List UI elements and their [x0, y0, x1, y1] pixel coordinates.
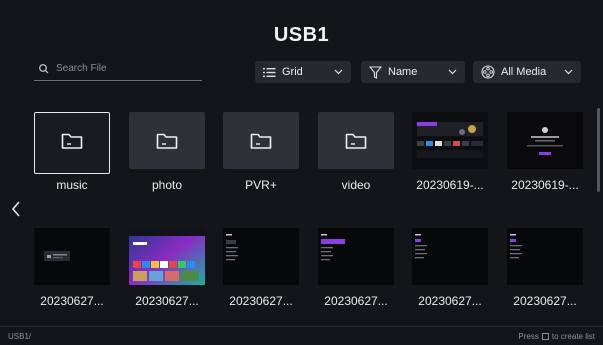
file-thumbnail[interactable] — [412, 112, 488, 169]
screenshot-thumbnail-image — [507, 228, 583, 285]
list-icon — [263, 67, 276, 77]
folder-icon — [250, 133, 272, 149]
chevron-down-icon — [448, 69, 457, 75]
folder-tile[interactable] — [318, 112, 394, 169]
folder-tile[interactable] — [129, 112, 205, 169]
file-thumbnail[interactable] — [129, 228, 205, 285]
grid-item-label: PVR+ — [245, 178, 277, 192]
menu-key-icon — [541, 333, 549, 340]
screenshot-thumbnail-image — [223, 228, 299, 285]
folder-icon — [345, 133, 367, 149]
chevron-down-icon — [564, 69, 573, 75]
grid-item-label: 20230627... — [229, 294, 293, 308]
grid-item-label: 20230627... — [40, 294, 104, 308]
screenshot-thumbnail-image — [412, 112, 488, 169]
hint-suffix: to create list — [551, 332, 595, 341]
chevron-left-icon[interactable] — [10, 200, 22, 218]
search-placeholder: Search File — [56, 63, 107, 74]
sort-label: Name — [388, 66, 418, 78]
grid-item-label: 20230627... — [324, 294, 388, 308]
create-list-hint: Press to create list — [518, 332, 595, 341]
page-title: USB1 — [273, 24, 330, 46]
file-thumbnail[interactable] — [318, 228, 394, 285]
grid-item-label: photo — [151, 178, 183, 192]
screenshot-thumbnail-image — [412, 228, 488, 285]
folder-tile[interactable] — [223, 112, 299, 169]
screenshot-thumbnail-image — [507, 112, 583, 169]
sort-dropdown[interactable]: Name — [361, 61, 465, 83]
screenshot-thumbnail-image — [34, 228, 110, 285]
view-mode-label: Grid — [282, 66, 303, 78]
grid-item-label: music — [56, 178, 88, 192]
grid-item-label: 20230627... — [513, 294, 577, 308]
media-type-label: All Media — [501, 66, 547, 78]
folder-tile-selected[interactable] — [34, 112, 110, 174]
file-thumbnail[interactable] — [223, 228, 299, 285]
media-type-dropdown[interactable]: All Media — [473, 61, 581, 83]
folder-icon — [156, 133, 178, 149]
filter-funnel-icon — [369, 65, 382, 79]
search-icon — [39, 64, 49, 74]
file-thumbnail[interactable] — [412, 228, 488, 285]
media-reel-icon — [481, 65, 495, 79]
file-thumbnail[interactable] — [34, 228, 110, 285]
grid-item-label: 20230619-... — [416, 178, 484, 192]
file-thumbnail[interactable] — [507, 228, 583, 285]
vertical-scrollbar[interactable] — [597, 108, 600, 192]
status-bar: USB1/ Press to create list — [0, 326, 603, 345]
file-thumbnail[interactable] — [507, 112, 583, 169]
hint-prefix: Press — [518, 332, 539, 341]
chevron-down-icon — [334, 69, 343, 75]
grid-item-label: video — [341, 178, 371, 192]
screenshot-thumbnail-image — [318, 228, 394, 285]
grid-item-label: 20230627... — [135, 294, 199, 308]
grid-item-label: 20230627... — [418, 294, 482, 308]
grid-item-label: 20230619-... — [511, 178, 579, 192]
current-path: USB1/ — [8, 332, 32, 341]
view-mode-dropdown[interactable]: Grid — [255, 61, 351, 83]
folder-icon — [61, 133, 83, 149]
screenshot-thumbnail-image — [129, 228, 205, 285]
search-input[interactable]: Search File — [34, 60, 202, 81]
